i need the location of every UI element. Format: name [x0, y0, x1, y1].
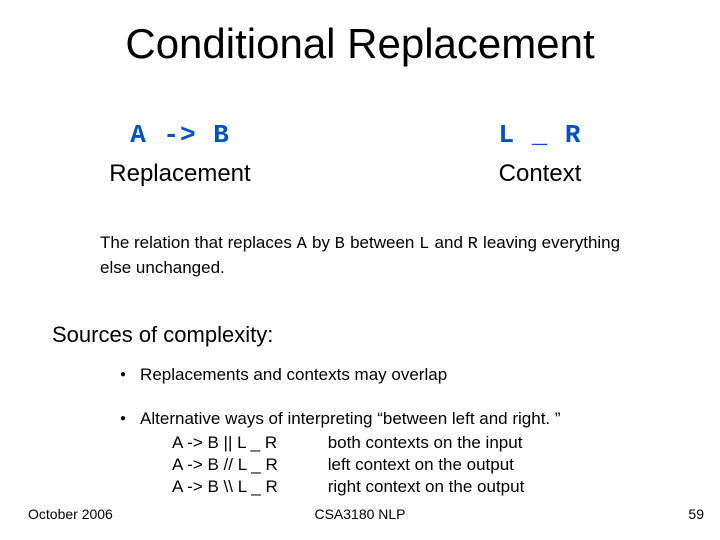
alt-desc: both contexts on the input: [328, 432, 525, 454]
relation-L: L: [419, 235, 430, 254]
context-label: Context: [360, 160, 720, 188]
relation-R: R: [468, 235, 479, 254]
replacement-code: A -> B: [0, 120, 360, 150]
bullet-list: ● Replacements and contexts may overlap …: [120, 364, 680, 520]
relation-text: between: [345, 233, 419, 252]
context-column: L _ R Context: [360, 120, 720, 188]
alt-table: A -> B || L _ R both contexts on the inp…: [140, 432, 524, 498]
relation-text: and: [430, 233, 468, 252]
alt-desc: right context on the output: [328, 476, 525, 498]
slide: Conditional Replacement A -> B Replaceme…: [0, 0, 720, 540]
alt-desc: left context on the output: [328, 454, 525, 476]
alternative-interpretations: Alternative ways of interpreting “betwee…: [140, 408, 680, 498]
footer-course: CSA3180 NLP: [0, 506, 720, 522]
sources-heading: Sources of complexity:: [52, 322, 273, 348]
alt-expr: A -> B // L _ R: [140, 454, 328, 476]
alt-row: A -> B \\ L _ R right context on the out…: [140, 476, 524, 498]
context-code: L _ R: [360, 120, 720, 150]
slide-title: Conditional Replacement: [0, 20, 720, 68]
footer-page-number: 59: [688, 506, 704, 522]
alt-expr: A -> B \\ L _ R: [140, 476, 328, 498]
alt-expr: A -> B || L _ R: [140, 432, 328, 454]
bullet-icon: ●: [120, 408, 126, 430]
alt-lead: Alternative ways of interpreting “betwee…: [140, 408, 680, 430]
rule-columns: A -> B Replacement L _ R Context: [0, 120, 720, 188]
replacement-column: A -> B Replacement: [0, 120, 360, 188]
relation-B: B: [335, 235, 346, 254]
relation-A: A: [297, 235, 308, 254]
bullet-icon: ●: [120, 364, 126, 386]
list-item: ● Replacements and contexts may overlap: [120, 364, 680, 386]
alt-row: A -> B || L _ R both contexts on the inp…: [140, 432, 524, 454]
bullet-text: Replacements and contexts may overlap: [140, 364, 680, 386]
relation-text: The relation that replaces: [100, 233, 297, 252]
alt-row: A -> B // L _ R left context on the outp…: [140, 454, 524, 476]
list-item: ● Alternative ways of interpreting “betw…: [120, 408, 680, 498]
relation-text: by: [307, 233, 334, 252]
relation-paragraph: The relation that replaces A by B betwee…: [100, 232, 640, 280]
replacement-label: Replacement: [0, 160, 360, 188]
